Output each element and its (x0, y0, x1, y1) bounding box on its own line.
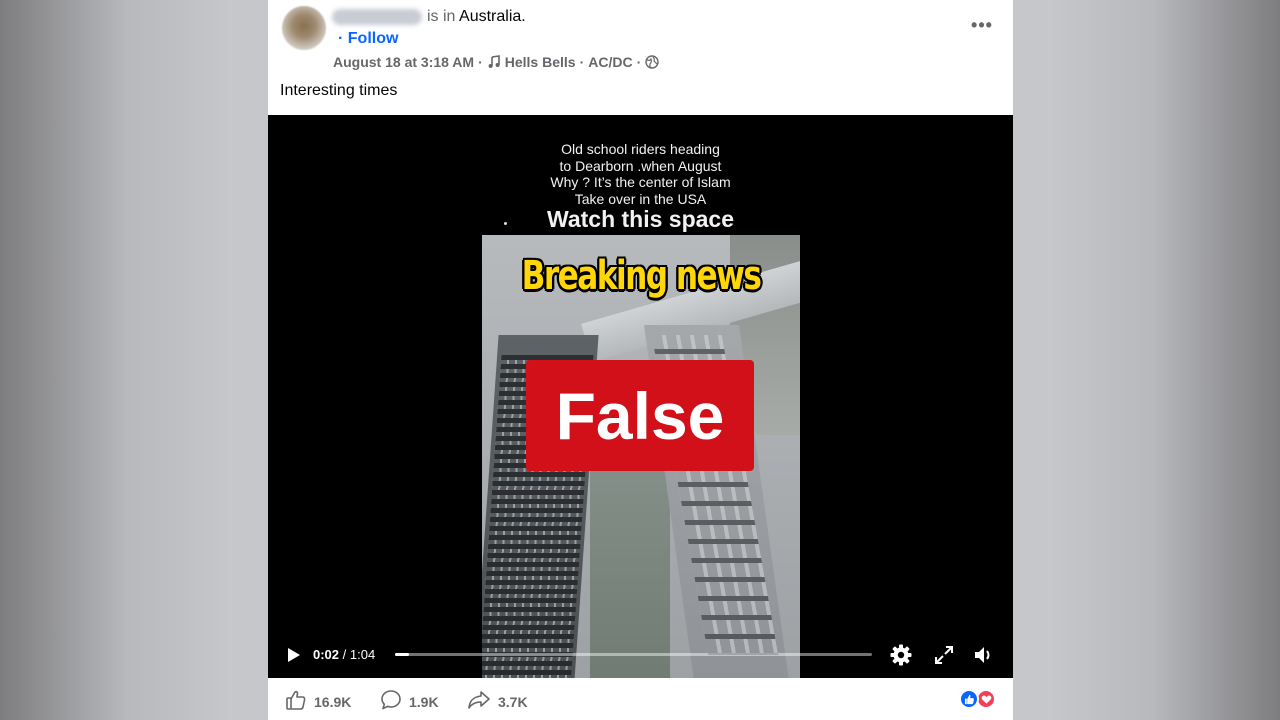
music-note-icon (487, 55, 501, 69)
fact-check-false-label: False (526, 360, 754, 471)
overlay-line: to Dearborn .when August (559, 157, 722, 174)
reaction-bar: 16.9K 1.9K 3.7K (268, 678, 1013, 720)
current-time: 0:02 (313, 647, 340, 662)
video-controls: 0:02 / 1:04 (268, 637, 1013, 673)
song-title[interactable]: Hells Bells (505, 54, 576, 70)
post-date[interactable]: August 18 at 3:18 AM (333, 54, 474, 70)
overlay-line: Take over in the USA (574, 190, 707, 207)
overlay-line: Old school riders heading (561, 141, 720, 157)
progress-fill (395, 653, 410, 656)
location-suffix: . (521, 8, 526, 25)
progress-bar[interactable] (395, 653, 872, 656)
like-icon (285, 689, 307, 714)
song-artist[interactable]: AC/DC (588, 54, 632, 70)
video-duration: 1:04 (349, 647, 376, 662)
follow-button[interactable]: · Follow (338, 30, 398, 48)
location-prefix: is in (427, 8, 456, 25)
time-divider: / (342, 647, 347, 662)
meta-separator-3: · (636, 54, 642, 70)
share-count: 3.7K (498, 693, 528, 710)
more-options-button[interactable]: ••• (967, 12, 997, 38)
globe-icon (645, 55, 659, 69)
comment-icon (380, 689, 402, 714)
location-link[interactable]: Australia (459, 8, 521, 25)
settings-gear-icon[interactable] (889, 643, 913, 667)
volume-icon[interactable] (971, 643, 995, 667)
video-time: 0:02 / 1:04 (313, 647, 375, 662)
love-reaction-icon[interactable] (976, 689, 996, 709)
meta-separator-2: · (579, 54, 585, 70)
breaking-news-headline: Breaking news (521, 253, 762, 299)
comment-button[interactable]: 1.9K (380, 689, 439, 714)
share-icon (467, 689, 491, 714)
post-caption: Interesting times (280, 82, 398, 99)
author-name-blurred[interactable] (332, 9, 422, 25)
fullscreen-icon[interactable] (932, 643, 956, 667)
like-count: 16.9K (314, 693, 352, 710)
play-icon[interactable] (283, 645, 303, 665)
facebook-post: is in Australia. · Follow August 18 at 3… (268, 0, 1013, 720)
video-overlay-text: Old school riders heading to Dearborn .w… (268, 141, 1013, 207)
video-player[interactable]: Old school riders heading to Dearborn .w… (268, 115, 1013, 678)
overlay-line: Why ? It’s the center of Islam (550, 174, 731, 190)
meta-separator: · (478, 54, 483, 70)
author-avatar[interactable] (282, 6, 326, 50)
like-button[interactable]: 16.9K (285, 689, 351, 714)
like-reaction-icon[interactable] (959, 689, 979, 709)
post-meta: August 18 at 3:18 AM · Hells Bells · AC/… (333, 54, 659, 70)
watch-this-space-text: Watch this space (546, 206, 735, 232)
location-line: is in Australia. (427, 8, 526, 26)
comment-count: 1.9K (409, 693, 439, 710)
share-button[interactable]: 3.7K (467, 689, 528, 714)
